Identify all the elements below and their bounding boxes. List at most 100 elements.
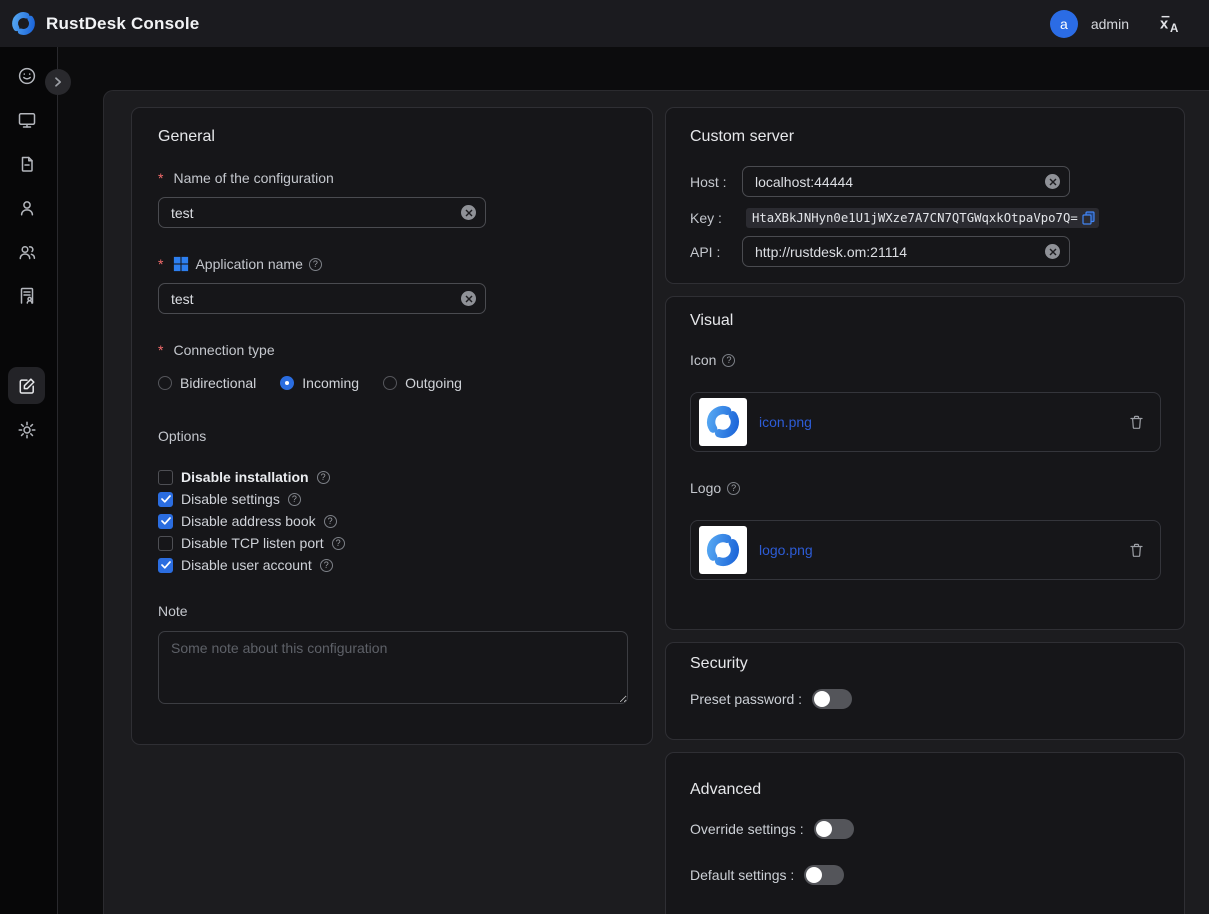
smile-icon bbox=[17, 66, 37, 86]
logo-label: Logo bbox=[690, 480, 740, 496]
main-panel: General Name of the configuration Applic… bbox=[103, 90, 1209, 914]
config-name-label: Name of the configuration bbox=[158, 170, 334, 186]
app-name-input[interactable] bbox=[158, 283, 486, 314]
help-icon[interactable] bbox=[309, 258, 322, 271]
radio-circle bbox=[383, 376, 397, 390]
disable-settings-checkbox[interactable] bbox=[158, 492, 173, 507]
option-disable-tcp-listen-port: Disable TCP listen port bbox=[158, 534, 345, 552]
edit-icon bbox=[17, 376, 37, 396]
trash-icon[interactable] bbox=[1129, 414, 1144, 430]
disable-user-account-checkbox[interactable] bbox=[158, 558, 173, 573]
option-disable-user-account: Disable user account bbox=[158, 556, 333, 574]
help-icon[interactable] bbox=[722, 354, 735, 367]
icon-thumbnail bbox=[699, 398, 747, 446]
override-settings-row: Override settings : bbox=[690, 819, 854, 839]
avatar[interactable]: a bbox=[1050, 10, 1078, 38]
copy-icon[interactable] bbox=[1082, 211, 1095, 225]
radio-bidirectional[interactable]: Bidirectional bbox=[158, 375, 256, 391]
general-title: General bbox=[158, 128, 215, 146]
icon-file-row: icon.png bbox=[690, 392, 1161, 452]
advanced-title: Advanced bbox=[690, 781, 761, 799]
note-label: Note bbox=[158, 603, 188, 619]
option-disable-address-book: Disable address book bbox=[158, 512, 337, 530]
icon-label: Icon bbox=[690, 352, 735, 368]
sidebar-item-devices[interactable] bbox=[8, 101, 45, 138]
sidebar-item-groups[interactable] bbox=[8, 233, 45, 270]
sidebar bbox=[0, 47, 58, 914]
toggle-knob bbox=[814, 691, 830, 707]
icon-file-link[interactable]: icon.png bbox=[759, 414, 812, 430]
api-input[interactable] bbox=[742, 236, 1070, 267]
help-icon[interactable] bbox=[727, 482, 740, 495]
default-settings-row: Default settings : bbox=[690, 865, 844, 885]
rustdesk-logo-icon bbox=[10, 10, 37, 37]
radio-circle bbox=[158, 376, 172, 390]
user-icon bbox=[17, 198, 37, 218]
key-label: Key : bbox=[690, 208, 722, 228]
monitor-icon bbox=[17, 110, 37, 130]
host-input[interactable] bbox=[742, 166, 1070, 197]
connection-type-label: Connection type bbox=[158, 342, 275, 358]
option-disable-installation: Disable installation bbox=[158, 468, 330, 486]
help-icon[interactable] bbox=[288, 493, 301, 506]
app-header: RustDesk Console a admin x A bbox=[0, 0, 1209, 47]
visual-title: Visual bbox=[690, 312, 733, 330]
default-settings-toggle[interactable] bbox=[804, 865, 844, 885]
chevron-right-icon bbox=[51, 75, 65, 89]
logo-file-link[interactable]: logo.png bbox=[759, 542, 813, 558]
api-label: API : bbox=[690, 236, 720, 267]
help-icon[interactable] bbox=[317, 471, 330, 484]
trash-icon[interactable] bbox=[1129, 542, 1144, 558]
custom-server-title: Custom server bbox=[690, 128, 794, 146]
help-icon[interactable] bbox=[324, 515, 337, 528]
host-label: Host : bbox=[690, 166, 727, 197]
disable-tcp-listen-port-checkbox[interactable] bbox=[158, 536, 173, 551]
radio-incoming[interactable]: Incoming bbox=[280, 375, 359, 391]
clear-icon[interactable] bbox=[1045, 174, 1060, 189]
note-textarea[interactable] bbox=[158, 631, 628, 704]
toggle-knob bbox=[816, 821, 832, 837]
config-name-input[interactable] bbox=[158, 197, 486, 228]
radio-outgoing[interactable]: Outgoing bbox=[383, 375, 462, 391]
sidebar-item-smile[interactable] bbox=[8, 57, 45, 94]
clear-icon[interactable] bbox=[461, 291, 476, 306]
clear-icon[interactable] bbox=[1045, 244, 1060, 259]
disable-address-book-checkbox[interactable] bbox=[158, 514, 173, 529]
key-value-chip: HtaXBkJNHyn0e1U1jWXze7A7CN7QTGWqxkOtpaVp… bbox=[746, 208, 1099, 228]
svg-text:A: A bbox=[1170, 23, 1179, 34]
options-label: Options bbox=[158, 428, 206, 444]
sidebar-item-audit[interactable] bbox=[8, 277, 45, 314]
clear-icon[interactable] bbox=[461, 205, 476, 220]
sidebar-item-documents[interactable] bbox=[8, 145, 45, 182]
security-card: Security Preset password : bbox=[665, 642, 1185, 740]
key-value: HtaXBkJNHyn0e1U1jWXze7A7CN7QTGWqxkOtpaVp… bbox=[752, 211, 1078, 225]
svg-text:x: x bbox=[1160, 17, 1169, 33]
security-title: Security bbox=[690, 655, 748, 673]
radio-circle bbox=[280, 376, 294, 390]
disable-installation-checkbox[interactable] bbox=[158, 470, 173, 485]
help-icon[interactable] bbox=[320, 559, 333, 572]
audit-log-icon bbox=[17, 286, 37, 306]
sidebar-item-user[interactable] bbox=[8, 189, 45, 226]
visual-card: Visual Icon icon.png Logo bbox=[665, 296, 1185, 630]
custom-server-card: Custom server Host : Key : HtaXBkJNHyn0e… bbox=[665, 107, 1185, 284]
app-title: RustDesk Console bbox=[46, 14, 199, 34]
help-icon[interactable] bbox=[332, 537, 345, 550]
document-icon bbox=[17, 154, 37, 174]
sidebar-expand-button[interactable] bbox=[45, 69, 71, 95]
toggle-knob bbox=[806, 867, 822, 883]
users-icon bbox=[17, 242, 37, 262]
translate-icon[interactable]: x A bbox=[1160, 13, 1181, 34]
connection-type-radios: Bidirectional Incoming Outgoing bbox=[158, 375, 462, 391]
preset-password-toggle[interactable] bbox=[812, 689, 852, 709]
sidebar-item-settings[interactable] bbox=[8, 411, 45, 448]
brand: RustDesk Console bbox=[0, 10, 199, 37]
override-settings-toggle[interactable] bbox=[814, 819, 854, 839]
option-disable-settings: Disable settings bbox=[158, 490, 301, 508]
logo-thumbnail bbox=[699, 526, 747, 574]
gear-icon bbox=[17, 420, 37, 440]
username[interactable]: admin bbox=[1091, 16, 1129, 32]
preset-password-row: Preset password : bbox=[690, 689, 852, 709]
advanced-card: Advanced Override settings : Default set… bbox=[665, 752, 1185, 914]
sidebar-item-configurations[interactable] bbox=[8, 367, 45, 404]
